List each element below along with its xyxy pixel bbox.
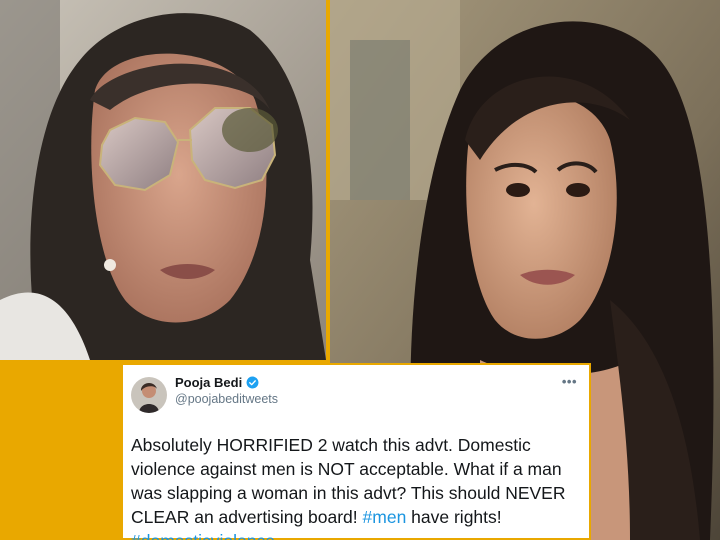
more-options-icon[interactable]: ••• [562,375,577,388]
collage: Pooja Bedi @poojabeditweets ••• Absolute… [0,0,720,540]
display-name[interactable]: Pooja Bedi [175,375,242,390]
tweet-text: Absolutely HORRIFIED 2 watch this advt. … [131,433,577,540]
tweet-header: Pooja Bedi @poojabeditweets ••• [131,375,577,421]
photo-woman-sunglasses [0,0,326,360]
verified-badge-icon [246,376,259,389]
name-row: Pooja Bedi [175,375,278,390]
hashtag-domesticviolence[interactable]: #domesticviolence [131,531,275,540]
author-info: Pooja Bedi @poojabeditweets [175,375,278,406]
tweet-card: Pooja Bedi @poojabeditweets ••• Absolute… [121,363,591,540]
avatar[interactable] [131,377,167,413]
user-handle[interactable]: @poojabeditweets [175,392,278,406]
tweet-text-continuation: have rights! [406,507,502,527]
hashtag-men[interactable]: #men [363,507,407,527]
